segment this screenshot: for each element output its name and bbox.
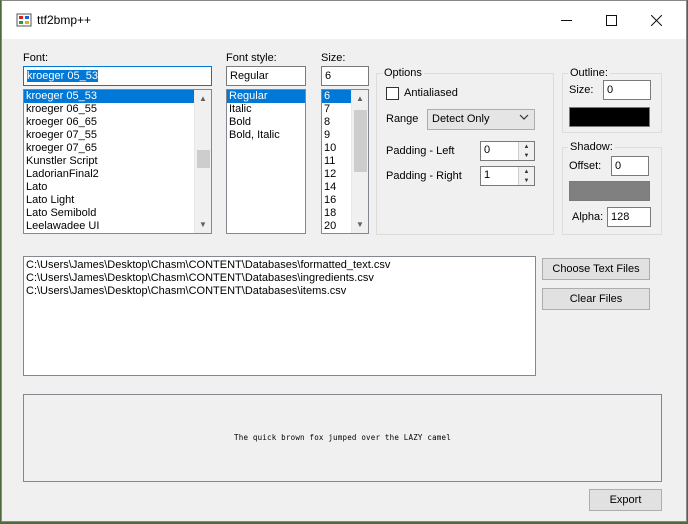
outline-size-label: Size: xyxy=(569,84,594,96)
font-style-list-item[interactable]: Bold, Italic xyxy=(227,129,305,142)
scroll-thumb[interactable] xyxy=(197,150,210,168)
chevron-down-icon xyxy=(519,112,529,127)
options-title: Options xyxy=(382,67,424,79)
preview-panel: The quick brown fox jumped over the LAZY… xyxy=(23,394,662,482)
spin-up-icon[interactable]: ▲ xyxy=(519,167,534,176)
font-style-input[interactable]: Regular xyxy=(226,66,306,86)
shadow-title: Shadow: xyxy=(568,141,615,153)
size-list[interactable]: 6 7 8 9 10 11 12 14 16 18 20 ▲ ▼ xyxy=(321,89,369,234)
files-list[interactable]: C:\Users\James\Desktop\Chasm\CONTENT\Dat… xyxy=(23,256,536,376)
size-input[interactable]: 6 xyxy=(321,66,369,86)
chevron-up-icon[interactable]: ▲ xyxy=(195,90,211,107)
main-window: ttf2bmp++ Font: kroeger 05_53 kroeger 05… xyxy=(1,0,687,522)
padding-left-stepper[interactable]: 0 ▲ ▼ xyxy=(480,141,535,161)
maximize-icon xyxy=(605,14,617,26)
font-list-item[interactable]: kroeger 07_65 xyxy=(24,142,211,155)
font-list-item[interactable]: Lato xyxy=(24,181,211,194)
file-list-item[interactable]: C:\Users\James\Desktop\Chasm\CONTENT\Dat… xyxy=(24,259,535,272)
font-style-list-item[interactable]: Italic xyxy=(227,103,305,116)
spin-down-icon[interactable]: ▼ xyxy=(519,176,534,185)
shadow-alpha-label: Alpha: xyxy=(572,211,604,223)
choose-text-files-button[interactable]: Choose Text Files xyxy=(542,258,650,280)
font-list-item[interactable]: Leelawadee UI xyxy=(24,220,211,233)
padding-right-label: Padding - Right xyxy=(386,170,462,182)
outline-color-swatch[interactable] xyxy=(569,107,650,127)
minimize-icon xyxy=(560,19,572,21)
font-list-item[interactable]: Kunstler Script xyxy=(24,155,211,168)
export-button[interactable]: Export xyxy=(589,489,662,511)
font-list-item[interactable]: kroeger 06_55 xyxy=(24,103,211,116)
font-style-list-item[interactable]: Bold xyxy=(227,116,305,129)
font-style-list-items: Regular Italic Bold Bold, Italic xyxy=(227,90,305,142)
font-input[interactable]: kroeger 05_53 xyxy=(23,66,212,86)
maximize-button[interactable] xyxy=(588,1,634,39)
preview-text: The quick brown fox jumped over the LAZY… xyxy=(234,433,451,442)
clear-files-button[interactable]: Clear Files xyxy=(542,288,650,310)
font-input-value: kroeger 05_53 xyxy=(27,70,98,82)
size-label: Size: xyxy=(321,52,346,64)
title-bar: ttf2bmp++ xyxy=(2,1,686,39)
close-icon xyxy=(650,14,662,26)
font-list[interactable]: kroeger 05_53 kroeger 06_55 kroeger 06_65 k… xyxy=(23,89,212,234)
chevron-down-icon[interactable]: ▼ xyxy=(195,216,211,233)
font-list-item[interactable]: LadorianFinal2 xyxy=(24,168,211,181)
range-select[interactable]: Detect Only xyxy=(427,109,535,130)
shadow-color-swatch[interactable] xyxy=(569,181,650,201)
minimize-button[interactable] xyxy=(543,1,589,39)
font-list-item[interactable]: kroeger 07_55 xyxy=(24,129,211,142)
font-list-scrollbar[interactable]: ▲ ▼ xyxy=(194,90,211,233)
font-style-list-item[interactable]: Regular xyxy=(227,90,305,103)
shadow-offset-label: Offset: xyxy=(569,160,602,172)
chevron-down-icon[interactable]: ▼ xyxy=(352,216,368,233)
padding-right-value: 1 xyxy=(484,169,491,181)
font-label: Font: xyxy=(23,52,49,64)
shadow-offset-input[interactable]: 0 xyxy=(611,156,649,176)
file-list-item[interactable]: C:\Users\James\Desktop\Chasm\CONTENT\Dat… xyxy=(24,272,535,285)
app-icon xyxy=(16,13,32,27)
file-list-item[interactable]: C:\Users\James\Desktop\Chasm\CONTENT\Dat… xyxy=(24,285,535,298)
spin-up-icon[interactable]: ▲ xyxy=(519,142,534,151)
font-list-item[interactable]: kroeger 06_65 xyxy=(24,116,211,129)
padding-right-stepper[interactable]: 1 ▲ ▼ xyxy=(480,166,535,186)
chevron-up-icon[interactable]: ▲ xyxy=(352,90,368,107)
font-list-items: kroeger 05_53 kroeger 06_55 kroeger 06_65 k… xyxy=(24,90,211,233)
range-label: Range xyxy=(386,113,419,125)
shadow-alpha-input[interactable]: 128 xyxy=(607,207,651,227)
padding-right-spin-buttons[interactable]: ▲ ▼ xyxy=(518,167,534,185)
range-select-value: Detect Only xyxy=(432,113,490,125)
window-title: ttf2bmp++ xyxy=(37,13,92,27)
outline-title: Outline: xyxy=(568,67,610,79)
padding-left-value: 0 xyxy=(484,144,491,156)
font-style-list[interactable]: Regular Italic Bold Bold, Italic xyxy=(226,89,306,234)
padding-left-label: Padding - Left xyxy=(386,145,455,157)
files-list-items: C:\Users\James\Desktop\Chasm\CONTENT\Dat… xyxy=(24,259,535,298)
size-list-scrollbar[interactable]: ▲ ▼ xyxy=(351,90,368,233)
outline-size-input[interactable]: 0 xyxy=(603,80,651,100)
scroll-thumb[interactable] xyxy=(354,110,367,172)
padding-left-spin-buttons[interactable]: ▲ ▼ xyxy=(518,142,534,160)
font-style-label: Font style: xyxy=(226,52,277,64)
font-list-item[interactable]: Lato Light xyxy=(24,194,211,207)
spin-down-icon[interactable]: ▼ xyxy=(519,151,534,160)
font-list-item[interactable]: Lato Semibold xyxy=(24,207,211,220)
font-list-item[interactable]: kroeger 05_53 xyxy=(24,90,211,103)
antialiased-label: Antialiased xyxy=(404,87,458,99)
close-button[interactable] xyxy=(633,1,679,39)
antialiased-checkbox[interactable] xyxy=(386,87,399,100)
